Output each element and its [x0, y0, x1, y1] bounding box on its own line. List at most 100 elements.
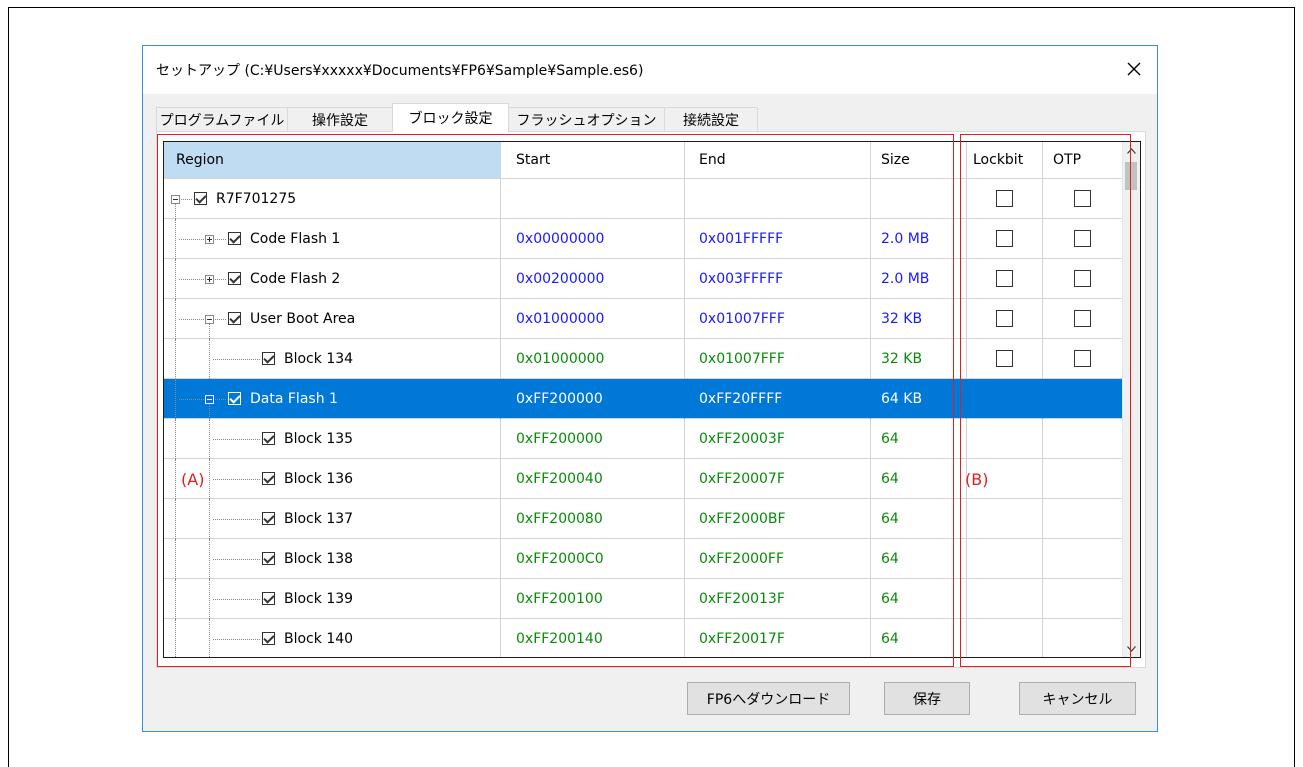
- otp-checkbox[interactable]: [1074, 190, 1091, 207]
- cell-otp: [1043, 419, 1123, 459]
- cell-end: 0xFF20003F: [685, 419, 871, 459]
- download-to-fp6-button[interactable]: FP6へダウンロード: [687, 682, 850, 715]
- vertical-scrollbar[interactable]: [1122, 142, 1140, 657]
- cell-end: 0xFF2000BF: [685, 499, 871, 539]
- region-label: Block 135: [284, 431, 354, 447]
- tab-operation-settings[interactable]: 操作設定: [287, 107, 393, 131]
- region-checkbox[interactable]: [262, 352, 275, 365]
- chevron-down-icon[interactable]: [1123, 640, 1140, 657]
- cell-start: 0x00200000: [501, 259, 685, 299]
- region-checkbox[interactable]: [228, 272, 241, 285]
- region-label: Block 137: [284, 511, 354, 527]
- region-checkbox[interactable]: [194, 192, 207, 205]
- column-header-lockbit[interactable]: Lockbit: [967, 142, 1043, 179]
- otp-checkbox[interactable]: [1074, 350, 1091, 367]
- cell-end: [685, 179, 871, 219]
- tree-line: [179, 239, 226, 240]
- lockbit-checkbox[interactable]: [996, 190, 1013, 207]
- expand-icon[interactable]: [205, 275, 214, 284]
- tree-line: [175, 579, 176, 619]
- column-header-otp[interactable]: OTP: [1043, 142, 1123, 179]
- close-button[interactable]: [1111, 46, 1157, 92]
- region-checkbox[interactable]: [262, 552, 275, 565]
- window-title: セットアップ (C:¥Users¥xxxxx¥Documents¥FP6¥Sam…: [156, 63, 644, 79]
- cell-lockbit: [967, 299, 1043, 339]
- table-row[interactable]: R7F701275: [164, 179, 1123, 219]
- cell-region: Block 135: [164, 419, 501, 459]
- tree-line: [175, 219, 176, 259]
- cell-otp: [1043, 179, 1123, 219]
- otp-checkbox[interactable]: [1074, 270, 1091, 287]
- tree-line: [175, 259, 176, 299]
- region-checkbox[interactable]: [262, 512, 275, 525]
- tree-line: [213, 359, 260, 360]
- cell-lockbit: [967, 579, 1043, 619]
- cell-size: 64: [871, 499, 967, 539]
- collapse-icon[interactable]: [205, 315, 214, 324]
- cell-otp: [1043, 579, 1123, 619]
- cell-start: 0xFF2000C0: [501, 539, 685, 579]
- cell-region: Block 134: [164, 339, 501, 379]
- cell-end: 0xFF2000FF: [685, 539, 871, 579]
- tree-line: [209, 619, 210, 657]
- lockbit-checkbox[interactable]: [996, 270, 1013, 287]
- cell-start: 0xFF200080: [501, 499, 685, 539]
- tree-line: [179, 199, 192, 200]
- column-header-size[interactable]: Size: [871, 142, 967, 179]
- tab-program-file[interactable]: プログラムファイル: [156, 107, 288, 131]
- chevron-up-icon[interactable]: [1123, 142, 1140, 159]
- lockbit-checkbox[interactable]: [996, 230, 1013, 247]
- cell-size: 64: [871, 579, 967, 619]
- cell-region: Data Flash 1: [164, 379, 501, 419]
- tree-line: [209, 419, 210, 459]
- tree-line: [213, 439, 260, 440]
- tree-line: [209, 404, 210, 419]
- cell-region: Block 136: [164, 459, 501, 499]
- column-header-region[interactable]: Region: [164, 142, 501, 179]
- tab-flash-options[interactable]: フラッシュオプション: [508, 107, 665, 131]
- table-row[interactable]: Block 138 0xFF2000C0 0xFF2000FF 64: [164, 539, 1123, 579]
- cell-size: 64: [871, 459, 967, 499]
- tab-connection-settings[interactable]: 接続設定: [664, 107, 758, 131]
- cell-size: 64 KB: [871, 379, 967, 419]
- region-checkbox[interactable]: [228, 312, 241, 325]
- otp-checkbox[interactable]: [1074, 310, 1091, 327]
- region-checkbox[interactable]: [262, 632, 275, 645]
- tree-line: [175, 204, 176, 219]
- table-row[interactable]: Block 137 0xFF200080 0xFF2000BF 64: [164, 499, 1123, 539]
- cancel-button[interactable]: キャンセル: [1019, 682, 1136, 715]
- table-row[interactable]: Data Flash 1 0xFF200000 0xFF20FFFF 64 KB: [164, 379, 1123, 419]
- cell-region: Block 140: [164, 619, 501, 657]
- scrollbar-thumb[interactable]: [1125, 162, 1137, 190]
- cell-lockbit: [967, 419, 1043, 459]
- collapse-icon[interactable]: [171, 195, 180, 204]
- region-checkbox[interactable]: [262, 432, 275, 445]
- collapse-icon[interactable]: [205, 395, 214, 404]
- cell-size: 64: [871, 619, 967, 657]
- table-row[interactable]: Block 139 0xFF200100 0xFF20013F 64: [164, 579, 1123, 619]
- column-header-start[interactable]: Start: [501, 142, 685, 179]
- region-checkbox[interactable]: [228, 392, 241, 405]
- cell-end: 0xFF20007F: [685, 459, 871, 499]
- region-checkbox[interactable]: [262, 592, 275, 605]
- table-row[interactable]: User Boot Area 0x01000000 0x01007FFF 32 KB: [164, 299, 1123, 339]
- cell-start: 0xFF200100: [501, 579, 685, 619]
- region-checkbox[interactable]: [262, 472, 275, 485]
- tree-line: [209, 539, 210, 579]
- cell-lockbit: [967, 379, 1043, 419]
- region-checkbox[interactable]: [228, 232, 241, 245]
- save-button[interactable]: 保存: [884, 682, 970, 715]
- cell-end: 0x003FFFFF: [685, 259, 871, 299]
- otp-checkbox[interactable]: [1074, 230, 1091, 247]
- column-header-end[interactable]: End: [685, 142, 871, 179]
- tab-block-settings[interactable]: ブロック設定: [392, 103, 509, 132]
- table-row[interactable]: Block 134 0x01000000 0x01007FFF 32 KB: [164, 339, 1123, 379]
- table-row[interactable]: Block 140 0xFF200140 0xFF20017F 64: [164, 619, 1123, 657]
- table-row[interactable]: Code Flash 1 0x00000000 0x001FFFFF 2.0 MB: [164, 219, 1123, 259]
- lockbit-checkbox[interactable]: [996, 350, 1013, 367]
- expand-icon[interactable]: [205, 235, 214, 244]
- lockbit-checkbox[interactable]: [996, 310, 1013, 327]
- table-row[interactable]: Code Flash 2 0x00200000 0x003FFFFF 2.0 MB: [164, 259, 1123, 299]
- cell-region: Block 139: [164, 579, 501, 619]
- table-row[interactable]: Block 135 0xFF200000 0xFF20003F 64: [164, 419, 1123, 459]
